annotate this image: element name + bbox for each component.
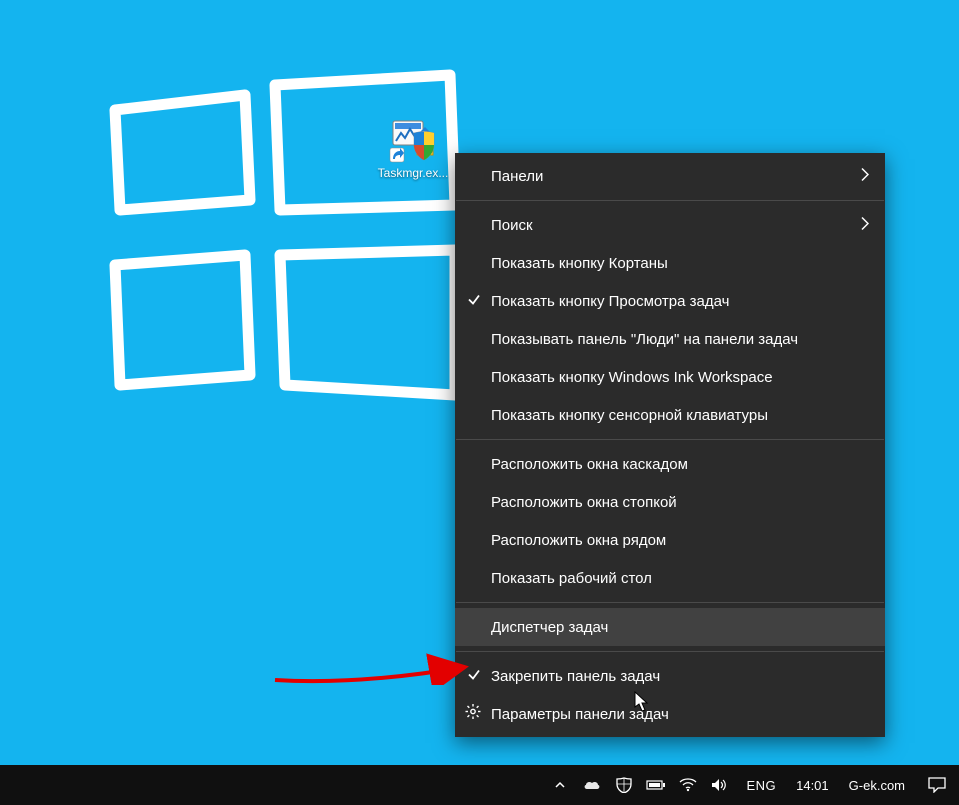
menu-item-task-manager[interactable]: Диспетчер задач — [455, 608, 885, 646]
menu-label: Диспетчер задач — [491, 619, 608, 636]
action-center-icon[interactable] — [921, 777, 953, 793]
menu-label: Расположить окна рядом — [491, 532, 666, 549]
menu-item-toolbars[interactable]: Панели — [455, 157, 885, 195]
menu-label: Показать кнопку Кортаны — [491, 255, 668, 272]
taskbar-clock[interactable]: 14:01 — [792, 778, 833, 793]
taskbar-brand-text: G-ek.com — [845, 778, 909, 793]
shortcut-label: Taskmgr.ex... — [373, 166, 453, 180]
menu-label: Параметры панели задач — [491, 706, 669, 723]
gear-icon — [465, 704, 481, 725]
menu-item-ink-workspace[interactable]: Показать кнопку Windows Ink Workspace — [455, 358, 885, 396]
menu-item-cascade[interactable]: Расположить окна каскадом — [455, 445, 885, 483]
volume-icon[interactable] — [710, 765, 730, 805]
menu-label: Поиск — [491, 217, 533, 234]
menu-label: Панели — [491, 168, 543, 185]
windows-defender-icon[interactable] — [614, 765, 634, 805]
menu-label: Закрепить панель задач — [491, 668, 660, 685]
menu-item-stacked[interactable]: Расположить окна стопкой — [455, 483, 885, 521]
desktop[interactable]: Taskmgr.ex... Панели Поиск Показать кноп… — [0, 0, 959, 765]
menu-item-cortana-button[interactable]: Показать кнопку Кортаны — [455, 244, 885, 282]
menu-item-search[interactable]: Поиск — [455, 206, 885, 244]
menu-label: Расположить окна каскадом — [491, 456, 688, 473]
menu-label: Показать кнопку сенсорной клавиатуры — [491, 407, 768, 424]
chevron-right-icon — [861, 168, 869, 185]
tray-overflow-icon[interactable] — [550, 765, 570, 805]
desktop-shortcut-taskmgr[interactable]: Taskmgr.ex... — [373, 115, 453, 180]
menu-label: Показать рабочий стол — [491, 570, 652, 587]
chevron-right-icon — [861, 217, 869, 234]
menu-item-people-panel[interactable]: Показывать панель "Люди" на панели задач — [455, 320, 885, 358]
check-icon — [467, 668, 481, 685]
menu-item-side-by-side[interactable]: Расположить окна рядом — [455, 521, 885, 559]
menu-item-taskbar-settings[interactable]: Параметры панели задач — [455, 695, 885, 733]
system-tray: ENG 14:01 G-ek.com — [550, 765, 959, 805]
taskmgr-icon — [389, 115, 437, 163]
menu-separator — [456, 439, 884, 440]
onedrive-icon[interactable] — [582, 765, 602, 805]
menu-separator — [456, 602, 884, 603]
menu-label: Расположить окна стопкой — [491, 494, 677, 511]
menu-item-task-view-button[interactable]: Показать кнопку Просмотра задач — [455, 282, 885, 320]
menu-separator — [456, 200, 884, 201]
taskbar[interactable]: ENG 14:01 G-ek.com — [0, 765, 959, 805]
windows-logo-drawing — [95, 55, 465, 415]
menu-separator — [456, 651, 884, 652]
annotation-arrow — [270, 595, 480, 685]
taskbar-context-menu: Панели Поиск Показать кнопку Кортаны Пок… — [455, 153, 885, 737]
menu-label: Показать кнопку Windows Ink Workspace — [491, 369, 773, 386]
menu-label: Показать кнопку Просмотра задач — [491, 293, 729, 310]
menu-label: Показывать панель "Люди" на панели задач — [491, 331, 798, 348]
menu-item-touch-keyboard[interactable]: Показать кнопку сенсорной клавиатуры — [455, 396, 885, 434]
menu-item-show-desktop[interactable]: Показать рабочий стол — [455, 559, 885, 597]
battery-icon[interactable] — [646, 765, 666, 805]
wifi-icon[interactable] — [678, 765, 698, 805]
language-indicator[interactable]: ENG — [742, 778, 780, 793]
menu-item-lock-taskbar[interactable]: Закрепить панель задач — [455, 657, 885, 695]
check-icon — [467, 293, 481, 310]
